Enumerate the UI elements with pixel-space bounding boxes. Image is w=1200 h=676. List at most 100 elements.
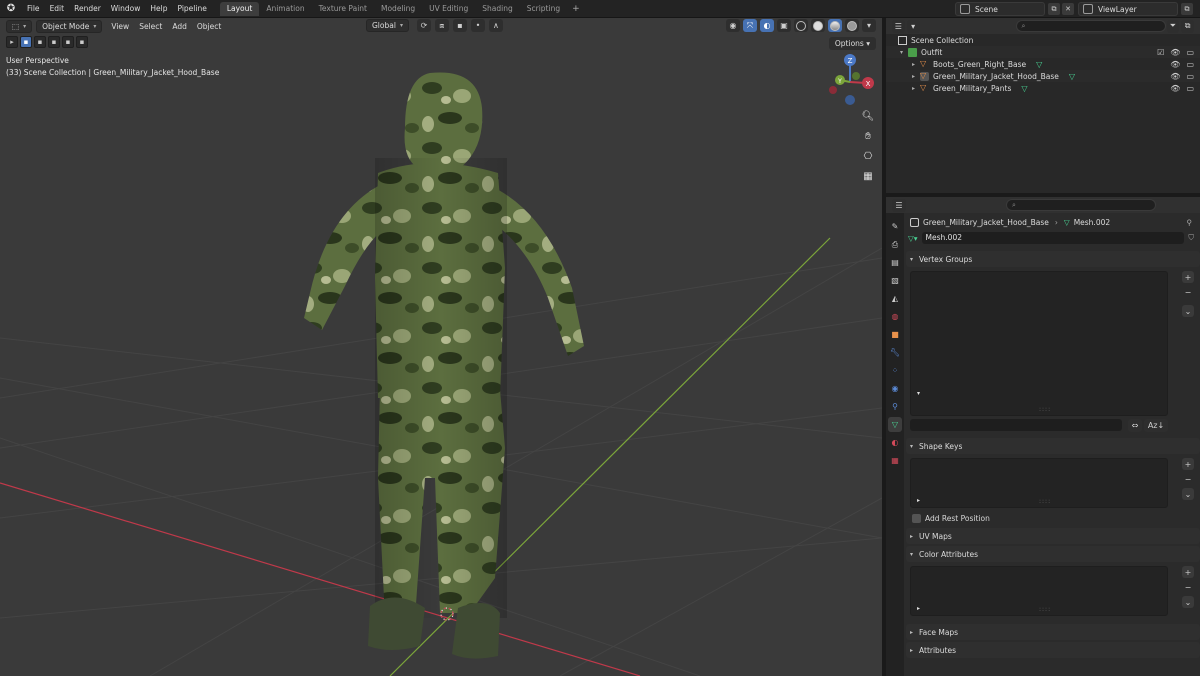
mesh-data-icon[interactable]: ▽ — [1021, 84, 1027, 93]
visibility-icon[interactable]: ◉ — [726, 19, 740, 32]
eye-icon[interactable]: 👁︎ — [1170, 72, 1180, 81]
particles-tab-icon[interactable]: ⁘ — [888, 363, 902, 378]
snap-icon[interactable]: ⧈ — [434, 19, 449, 32]
monitor-icon[interactable]: ▭ — [1186, 60, 1194, 69]
outliner-editor-type-icon[interactable]: ☰ — [892, 19, 905, 33]
outliner-row-scene-collection[interactable]: Scene Collection — [886, 34, 1200, 46]
add-rest-position-checkbox[interactable] — [912, 513, 921, 523]
scene-tab-icon[interactable]: ◭ — [888, 291, 902, 306]
select-extend-icon[interactable]: ▪ — [34, 36, 46, 48]
mesh-browse-icon[interactable]: ▽▾ — [908, 234, 918, 243]
select-subtract-icon[interactable]: ▪ — [48, 36, 60, 48]
monitor-icon[interactable]: ▭ — [1186, 72, 1194, 81]
shape-keys-list[interactable]: ▸ :::: — [910, 458, 1168, 508]
options-button[interactable]: Options ▾ — [828, 37, 876, 50]
mesh-data-tab-icon[interactable]: ▽ — [888, 417, 902, 432]
menu-pipeline[interactable]: Pipeline — [172, 4, 211, 13]
vertex-group-filter-input[interactable] — [910, 419, 1122, 431]
rendered-shading-icon[interactable] — [845, 19, 859, 32]
display-mode-icon[interactable]: ▾ — [906, 19, 920, 33]
expand-toggle-icon[interactable]: ▸ — [912, 73, 920, 80]
select-new-icon[interactable]: ▪ — [20, 36, 32, 48]
specials-menu-button[interactable]: ⌄ — [1182, 596, 1194, 608]
gizmo-neg-z-icon[interactable] — [845, 95, 855, 105]
snap-target-icon[interactable]: ▪ — [452, 19, 467, 32]
falloff-icon[interactable]: ∧ — [488, 19, 503, 32]
overlay-toggle-icon[interactable]: ◐ — [760, 19, 774, 32]
outliner-row-object-selected[interactable]: ▸ ▽ Green_Military_Jacket_Hood_Base ▽ 👁︎… — [886, 70, 1200, 82]
new-collection-icon[interactable]: ⧉ — [1181, 19, 1194, 33]
monitor-icon[interactable]: ▭ — [1186, 48, 1194, 57]
world-tab-icon[interactable]: ◍ — [888, 309, 902, 324]
viewport-canvas[interactable]: Z X Y — [0, 18, 882, 676]
gizmo-toggle-icon[interactable]: ⤧ — [743, 19, 757, 32]
vertex-groups-list[interactable]: ▾ :::: — [910, 271, 1168, 416]
add-shape-key-button[interactable]: + — [1182, 458, 1194, 470]
menu-window[interactable]: Window — [106, 4, 146, 13]
modifier-tab-icon[interactable]: 🔧︎ — [888, 345, 902, 360]
pin-icon[interactable]: ⚲ — [1187, 218, 1193, 227]
material-shading-icon[interactable] — [828, 19, 842, 32]
object-tab-icon[interactable]: ■ — [888, 327, 902, 342]
add-workspace-button[interactable]: + — [567, 4, 585, 14]
mesh-data-icon[interactable]: ▽ — [1036, 60, 1042, 69]
remove-vertex-group-button[interactable]: − — [1182, 286, 1194, 298]
color-attributes-header[interactable]: ▾ Color Attributes — [906, 546, 1200, 562]
specials-menu-button[interactable]: ⌄ — [1182, 305, 1194, 317]
resize-grip-icon[interactable]: :::: — [1039, 406, 1051, 413]
filter-icon[interactable]: ⏷ — [1166, 19, 1180, 33]
remove-color-attribute-button[interactable]: − — [1182, 581, 1194, 593]
tab-shading[interactable]: Shading — [475, 2, 519, 16]
mode-dropdown[interactable]: Object Mode ▾ — [36, 19, 103, 33]
delete-scene-icon[interactable]: ✕ — [1062, 3, 1074, 15]
menu-add[interactable]: Add — [167, 22, 192, 31]
filter-toggle-icon[interactable]: ▸ — [917, 605, 920, 612]
menu-select[interactable]: Select — [134, 22, 167, 31]
new-scene-icon[interactable]: ⧉ — [1048, 3, 1060, 15]
resize-grip-icon[interactable]: :::: — [1039, 606, 1051, 613]
3d-viewport[interactable]: Z X Y ⬚ ▾ Object Mode ▾ View Select Add Ob… — [0, 18, 882, 676]
filter-toggle-icon[interactable]: ▸ — [917, 497, 920, 504]
mesh-data-icon[interactable]: ▽ — [1069, 72, 1075, 81]
outliner-row-object[interactable]: ▸ ▽ Green_Military_Pants ▽ 👁︎ ▭ — [886, 82, 1200, 94]
grid-icon[interactable]: ▦ — [860, 168, 876, 184]
output-tab-icon[interactable]: ▤ — [888, 255, 902, 270]
constraints-tab-icon[interactable]: ⚲ — [888, 399, 902, 414]
scene-selector[interactable]: Scene — [955, 2, 1045, 16]
face-maps-header[interactable]: ▸ Face Maps — [906, 624, 1200, 640]
shape-keys-header[interactable]: ▾ Shape Keys — [906, 438, 1200, 454]
menu-help[interactable]: Help — [145, 4, 172, 13]
shading-options-icon[interactable]: ▾ — [862, 19, 876, 32]
view-layer-selector[interactable]: ViewLayer — [1078, 2, 1178, 16]
character-model[interactable] — [304, 72, 584, 659]
editor-type-button[interactable]: ⬚ ▾ — [6, 19, 33, 33]
color-attributes-list[interactable]: ▸ :::: — [910, 566, 1168, 616]
fake-user-icon[interactable]: ⛉ — [1188, 233, 1194, 243]
pivot-icon[interactable]: ⟳ — [416, 19, 431, 32]
expand-toggle-icon[interactable]: ▸ — [912, 85, 920, 92]
blender-logo-icon[interactable]: ✪ — [4, 2, 18, 16]
tab-texture-paint[interactable]: Texture Paint — [312, 2, 374, 16]
render-tab-icon[interactable]: ⎙ — [888, 237, 902, 252]
properties-editor-type-icon[interactable]: ☰ — [892, 198, 906, 212]
select-intersect-icon[interactable]: ▪ — [76, 36, 88, 48]
orientation-dropdown[interactable]: Global ▾ — [366, 19, 409, 32]
material-tab-icon[interactable]: ◐ — [888, 435, 902, 450]
filter-toggle-icon[interactable]: ▾ — [917, 390, 920, 397]
camera-icon[interactable]: ⎔ — [860, 148, 876, 164]
menu-object[interactable]: Object — [192, 22, 226, 31]
attributes-header[interactable]: ▸ Attributes — [906, 642, 1200, 658]
outliner-row-object[interactable]: ▸ ▽ Boots_Green_Right_Base ▽ 👁︎ ▭ — [886, 58, 1200, 70]
select-invert-icon[interactable]: ▪ — [62, 36, 74, 48]
sort-arrows-icon[interactable]: ⇔ — [1128, 419, 1142, 432]
zoom-icon[interactable]: 🔍︎ — [860, 108, 876, 124]
checkbox-icon[interactable]: ☑ — [1157, 48, 1164, 57]
vertex-groups-header[interactable]: ▾ Vertex Groups — [906, 251, 1200, 267]
sort-alpha-icon[interactable]: Az↓ — [1144, 419, 1168, 432]
tab-animation[interactable]: Animation — [259, 2, 311, 16]
eye-icon[interactable]: 👁︎ — [1170, 84, 1180, 93]
wireframe-shading-icon[interactable] — [794, 19, 808, 32]
tool-select-icon[interactable]: ▸ — [6, 36, 18, 48]
eye-icon[interactable]: 👁︎ — [1170, 60, 1180, 69]
gizmo-neg-x-icon[interactable] — [829, 86, 837, 94]
